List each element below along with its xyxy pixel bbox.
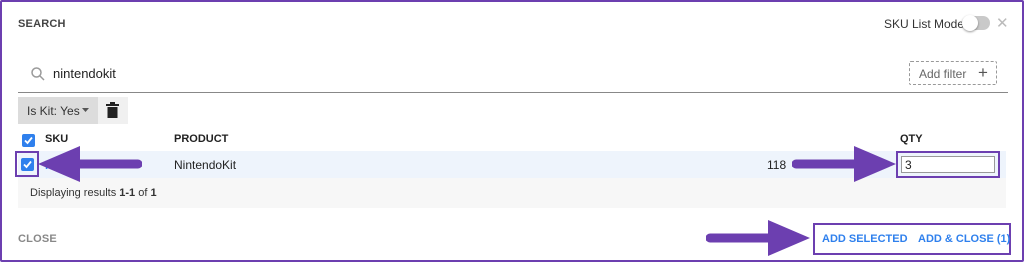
add-filter-button[interactable]: Add filter + [909,61,997,85]
results-range: 1-1 [119,187,136,199]
sku-list-mode-label: SKU List Mode [884,17,965,31]
select-all-checkbox[interactable] [22,134,35,147]
check-icon [24,136,33,145]
chevron-down-icon [82,108,89,112]
product-cell: NintendoKit [174,158,237,172]
dialog-title: SEARCH [18,18,66,30]
arrow-right-icon [706,220,810,256]
search-underline [18,92,1008,93]
close-button[interactable]: CLOSE [18,233,57,245]
close-icon[interactable]: ✕ [996,14,1009,32]
toggle-knob[interactable] [962,15,978,31]
available-cell: 118 [767,158,787,172]
arrow-left-icon [38,146,142,182]
trash-icon [106,102,119,118]
qty-highlight-box [896,151,1000,178]
search-icon [31,67,45,81]
checkbox-highlight-box [15,151,39,177]
results-count: Displaying results 1-1 of 1 [30,187,157,199]
results-footer [18,178,1006,208]
results-prefix: Displaying results [30,187,117,199]
delete-filter-button[interactable] [98,97,128,124]
results-total: 1 [150,187,157,199]
add-and-close-button[interactable]: ADD & CLOSE (1) [918,233,1010,245]
results-of: of [138,187,148,199]
qty-input[interactable] [901,156,995,173]
column-header-qty[interactable]: QTY [900,133,923,145]
column-header-product[interactable]: PRODUCT [174,133,228,145]
add-filter-label: Add filter [919,67,967,81]
arrow-right-icon [792,146,896,182]
search-input[interactable]: nintendokit [53,66,116,81]
plus-icon: + [978,63,988,82]
add-selected-button[interactable]: ADD SELECTED [822,233,908,245]
column-header-sku[interactable]: SKU [45,133,68,145]
filter-chip-is-kit[interactable]: Is Kit: Yes [18,97,98,124]
filter-chip-label: Is Kit: Yes [27,104,80,118]
